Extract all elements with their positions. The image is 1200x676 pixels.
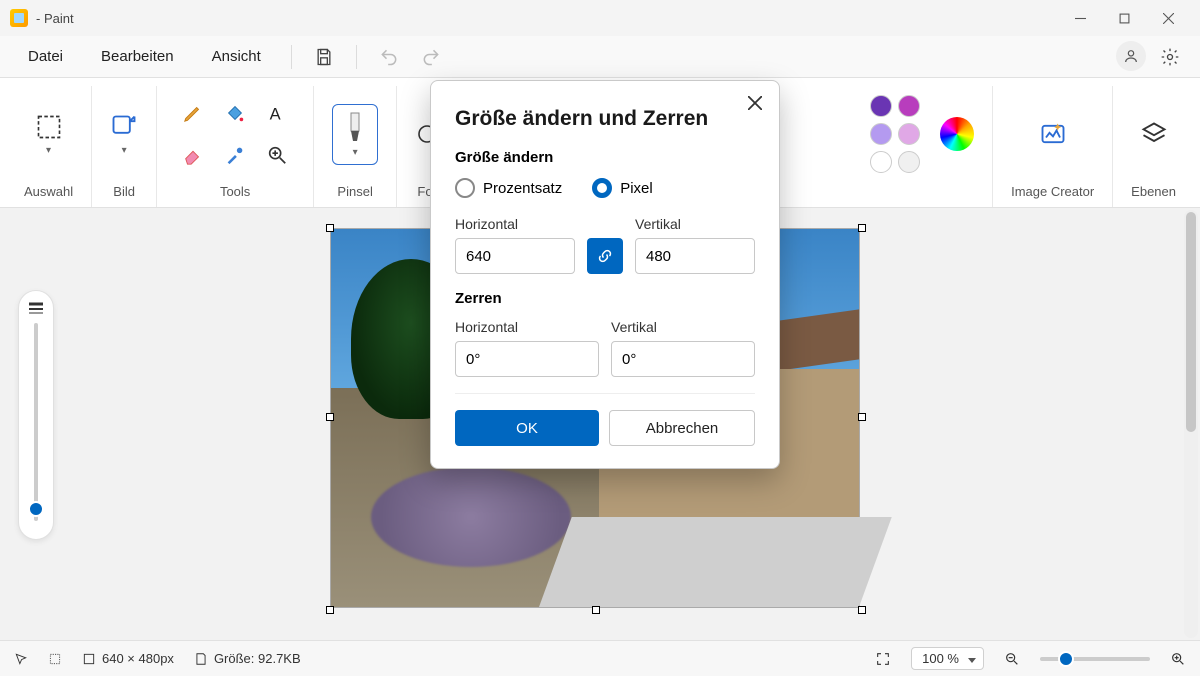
canvas-dimensions: 640 × 480px <box>82 651 174 666</box>
group-colors <box>852 86 993 207</box>
title-suffix: - Paint <box>36 11 74 26</box>
statusbar: 640 × 480px Größe: 92.7KB 100 % <box>0 640 1200 676</box>
slider-track[interactable] <box>34 323 38 521</box>
horizontal-label: Horizontal <box>455 216 575 232</box>
radio-pixel[interactable]: Pixel <box>592 178 653 198</box>
group-image: ▾ Bild <box>92 86 157 207</box>
group-label-tools: Tools <box>220 178 250 203</box>
vertical-label: Vertikal <box>635 216 755 232</box>
aspect-lock-button[interactable] <box>587 238 623 274</box>
settings-button[interactable] <box>1152 41 1188 73</box>
zoom-slider-vertical[interactable] <box>18 290 54 540</box>
color-wheel[interactable] <box>940 117 974 151</box>
resize-handle[interactable] <box>326 606 334 614</box>
divider <box>291 45 292 69</box>
radio-icon <box>592 178 612 198</box>
skew-section-label: Zerren <box>455 290 755 307</box>
slider-thumb[interactable] <box>1058 651 1074 667</box>
color-swatch-1[interactable] <box>870 95 892 117</box>
image-tool[interactable]: ▾ <box>110 113 138 156</box>
skew-horizontal-label: Horizontal <box>455 319 599 335</box>
divider <box>356 45 357 69</box>
resize-skew-dialog: Größe ändern und Zerren Größe ändern Pro… <box>430 80 780 469</box>
app-icon <box>10 9 28 27</box>
select-tool[interactable]: ▾ <box>35 113 63 156</box>
group-label-layers: Ebenen <box>1131 178 1176 203</box>
group-brushes: ▾ Pinsel <box>314 86 397 207</box>
group-label-creator: Image Creator <box>1011 178 1094 203</box>
svg-text:A: A <box>270 105 281 123</box>
group-label-image: Bild <box>113 178 135 203</box>
cancel-button[interactable]: Abbrechen <box>609 410 755 446</box>
chevron-down-icon: ▾ <box>122 145 127 156</box>
fit-to-window[interactable] <box>875 651 891 667</box>
redo-button[interactable] <box>413 41 449 73</box>
menu-file[interactable]: Datei <box>12 42 79 71</box>
zoom-slider-horizontal[interactable] <box>1040 657 1150 661</box>
resize-handle[interactable] <box>592 606 600 614</box>
ok-button[interactable]: OK <box>455 410 599 446</box>
color-swatch-3[interactable] <box>870 123 892 145</box>
chevron-down-icon: ▾ <box>46 145 51 156</box>
group-image-creator: Image Creator <box>993 86 1113 207</box>
brush-tool[interactable]: ▾ <box>332 104 378 165</box>
color-swatch-2[interactable] <box>898 95 920 117</box>
resize-handle[interactable] <box>326 224 334 232</box>
eraser-tool[interactable] <box>175 137 211 173</box>
image-creator-button[interactable] <box>1039 120 1067 148</box>
pencil-tool[interactable] <box>175 95 211 131</box>
menu-view[interactable]: Ansicht <box>196 42 277 71</box>
menubar: Datei Bearbeiten Ansicht <box>0 36 1200 78</box>
dialog-close-button[interactable] <box>741 89 769 117</box>
horizontal-input[interactable] <box>455 238 575 274</box>
group-tools: A Tools <box>157 86 314 207</box>
group-label-colors <box>920 178 924 203</box>
zoom-out-button[interactable] <box>1004 651 1020 667</box>
dialog-title: Größe ändern und Zerren <box>455 107 755 131</box>
skew-vertical-input[interactable] <box>611 341 755 377</box>
cursor-position <box>14 652 28 666</box>
vertical-input[interactable] <box>635 238 755 274</box>
fill-tool[interactable] <box>217 95 253 131</box>
resize-handle[interactable] <box>858 606 866 614</box>
brush-size-icon <box>27 301 45 315</box>
skew-horizontal-input[interactable] <box>455 341 599 377</box>
zoom-percent-dropdown[interactable]: 100 % <box>911 647 984 670</box>
color-swatch-6[interactable] <box>898 151 920 173</box>
account-button[interactable] <box>1116 41 1146 71</box>
chevron-down-icon: ▾ <box>353 147 358 158</box>
slider-thumb[interactable] <box>28 501 44 517</box>
titlebar: - Paint <box>0 0 1200 36</box>
layers-button[interactable] <box>1140 120 1168 148</box>
radio-icon <box>455 178 475 198</box>
group-layers: Ebenen <box>1113 86 1194 207</box>
group-select: ▾ Auswahl <box>6 86 92 207</box>
menu-edit[interactable]: Bearbeiten <box>85 42 190 71</box>
file-size: Größe: 92.7KB <box>194 651 301 666</box>
close-window-button[interactable] <box>1146 3 1190 33</box>
text-tool[interactable]: A <box>259 95 295 131</box>
maximize-button[interactable] <box>1102 3 1146 33</box>
minimize-button[interactable] <box>1058 3 1102 33</box>
vertical-scrollbar[interactable] <box>1184 210 1198 638</box>
save-button[interactable] <box>306 41 342 73</box>
undo-button[interactable] <box>371 41 407 73</box>
color-swatch-4[interactable] <box>898 123 920 145</box>
resize-handle[interactable] <box>858 413 866 421</box>
skew-vertical-label: Vertikal <box>611 319 755 335</box>
magnifier-tool[interactable] <box>259 137 295 173</box>
color-swatch-5[interactable] <box>870 151 892 173</box>
group-label-brushes: Pinsel <box>337 178 372 203</box>
zoom-in-button[interactable] <box>1170 651 1186 667</box>
group-label-select: Auswahl <box>24 178 73 203</box>
resize-section-label: Größe ändern <box>455 149 755 166</box>
radio-percent[interactable]: Prozentsatz <box>455 178 562 198</box>
color-picker-tool[interactable] <box>217 137 253 173</box>
resize-handle[interactable] <box>858 224 866 232</box>
selection-size <box>48 652 62 666</box>
resize-handle[interactable] <box>326 413 334 421</box>
